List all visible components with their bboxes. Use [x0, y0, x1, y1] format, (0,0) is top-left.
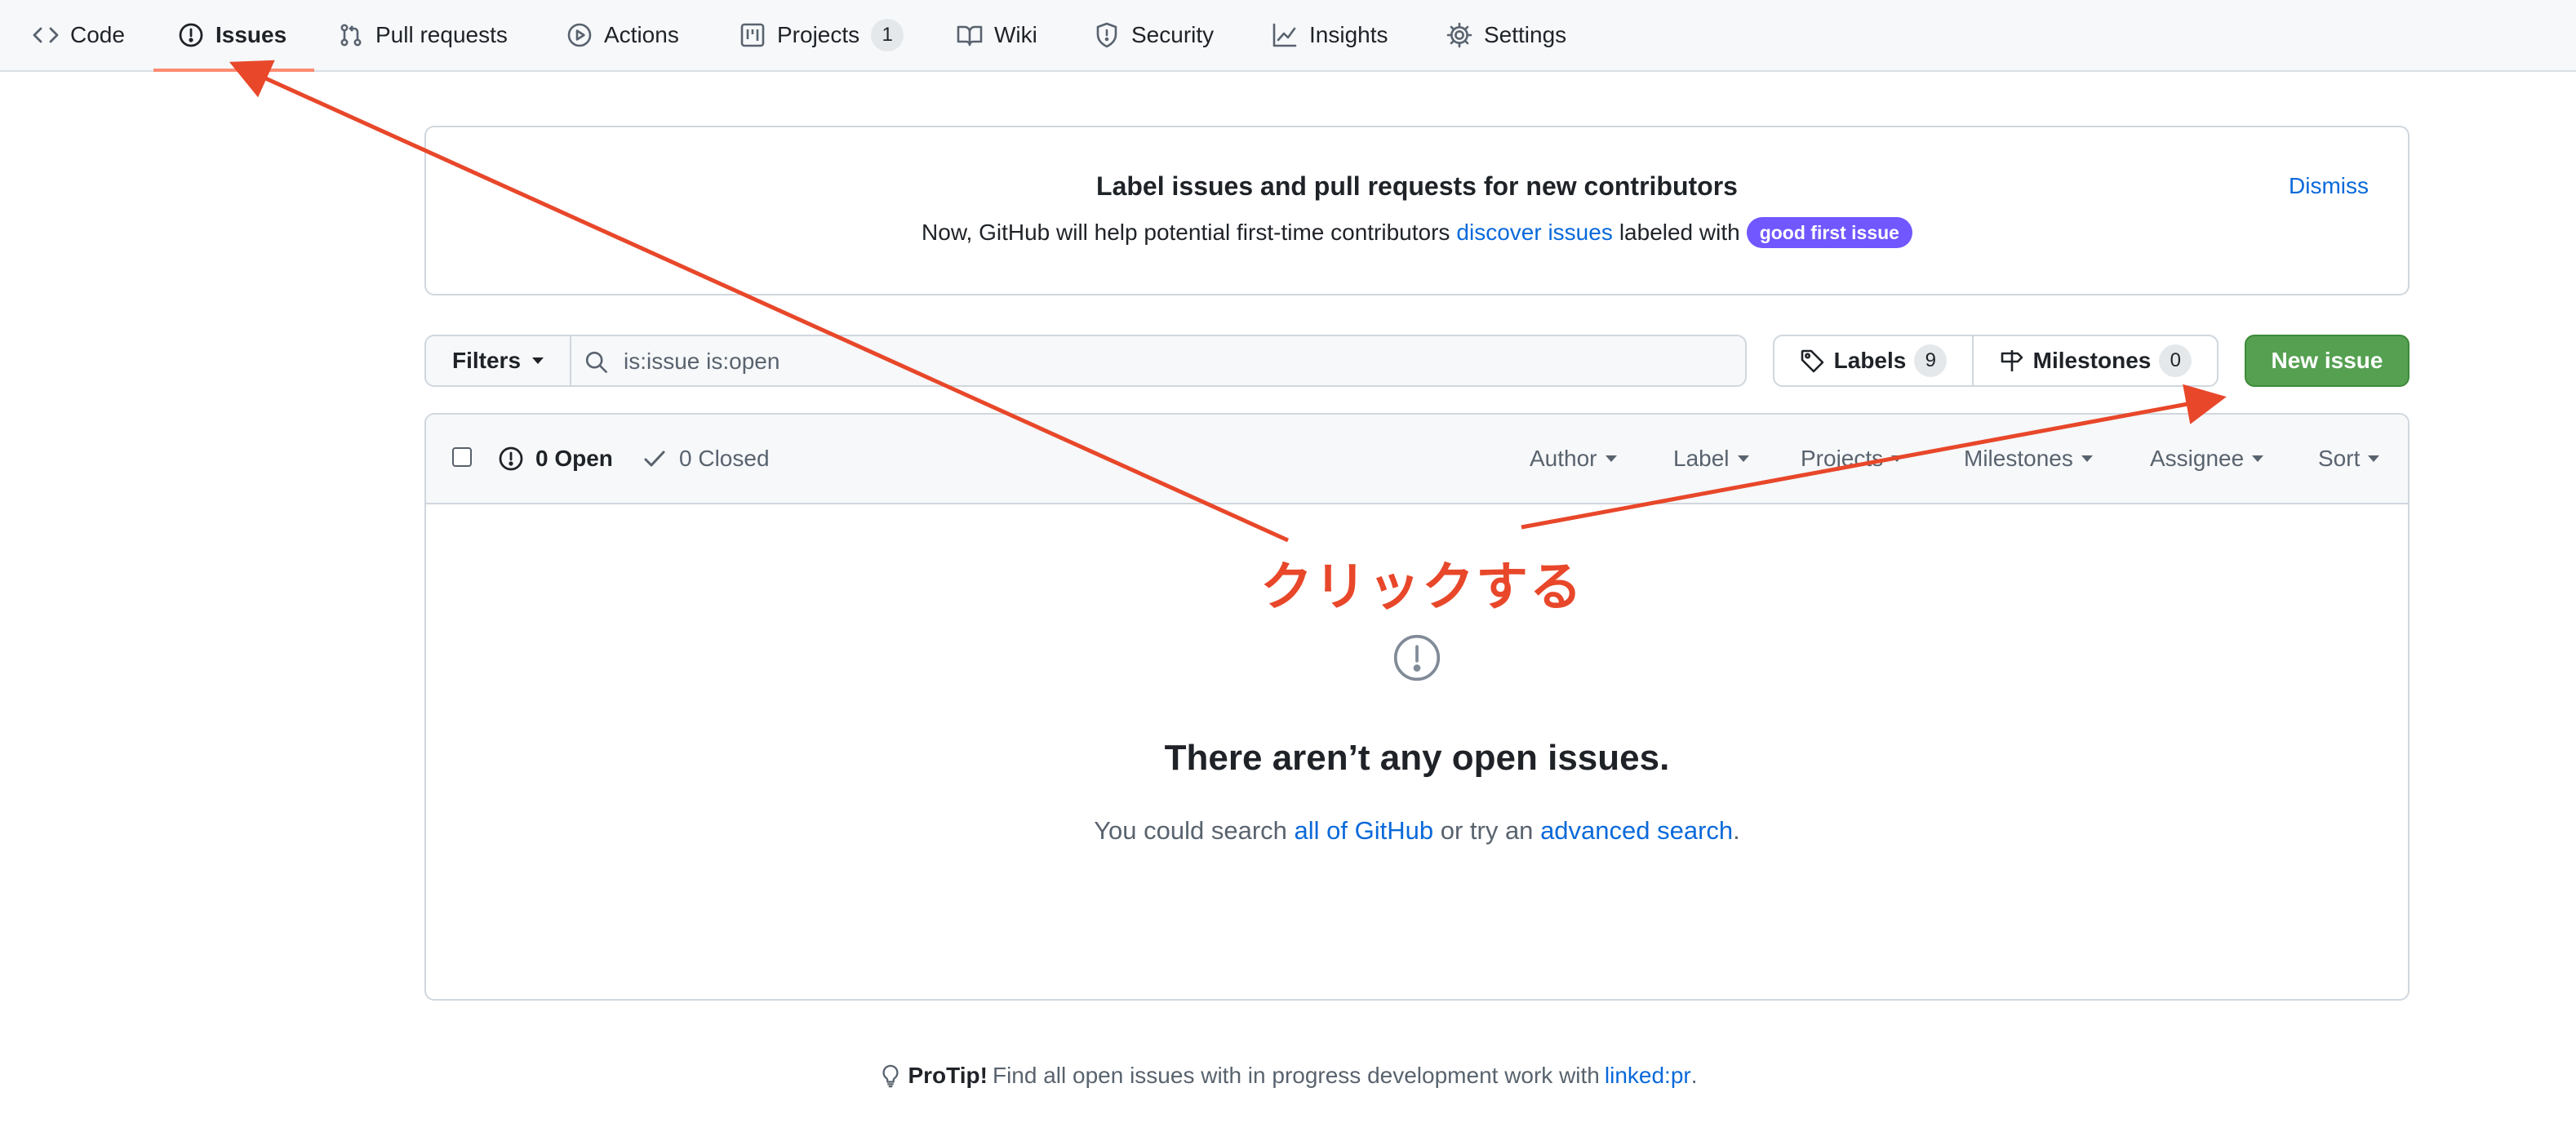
tab-projects-label: Projects: [777, 22, 860, 47]
search-input[interactable]: [622, 343, 1735, 380]
good-first-issue-label[interactable]: good first issue: [1746, 217, 1912, 248]
issue-opened-icon: [498, 446, 524, 472]
chevron-down-icon: [2368, 455, 2380, 462]
blankslate-text-2: or try an: [1440, 816, 1534, 845]
shield-icon: [1094, 22, 1120, 48]
protip: ProTip! Find all open issues with in pro…: [0, 1063, 2576, 1089]
chevron-down-icon: [2081, 455, 2093, 462]
filters-button[interactable]: Filters: [424, 335, 571, 387]
protip-end: .: [1690, 1063, 1698, 1088]
tag-icon: [1800, 348, 1826, 374]
projects-filter-label: Projects: [1801, 446, 1884, 471]
tab-pull-requests[interactable]: Pull requests: [338, 0, 508, 70]
milestones-label: Milestones: [2032, 348, 2152, 373]
tab-actions-label: Actions: [604, 22, 679, 47]
milestones-filter-label: Milestones: [1964, 446, 2073, 471]
protip-strong: ProTip!: [908, 1063, 988, 1088]
sort-filter-label: Sort: [2318, 446, 2361, 471]
issue-opened-icon: [1392, 633, 1441, 682]
author-filter-label: Author: [1530, 446, 1597, 471]
tab-code[interactable]: Code: [33, 0, 125, 70]
tab-security-label: Security: [1131, 22, 1215, 47]
tab-settings-label: Settings: [1484, 22, 1567, 47]
assignee-filter[interactable]: Assignee: [2150, 415, 2264, 503]
all-of-github-link[interactable]: all of GitHub: [1295, 816, 1434, 845]
tab-insights-label: Insights: [1309, 22, 1388, 47]
blankslate-title: There aren’t any open issues.: [1164, 738, 1670, 778]
graph-icon: [1272, 22, 1298, 48]
label-filter[interactable]: Label: [1673, 415, 1749, 503]
tab-actions[interactable]: Actions: [566, 0, 679, 70]
banner-text-before: Now, GitHub will help potential first-ti…: [922, 220, 1450, 245]
tab-settings[interactable]: Settings: [1446, 0, 1566, 70]
chevron-down-icon: [1891, 455, 1903, 462]
tab-issues[interactable]: Issues: [153, 0, 315, 72]
blankslate-text-1: You could search: [1094, 816, 1287, 845]
tab-issues-label: Issues: [215, 22, 287, 47]
light-bulb-icon: [878, 1063, 903, 1088]
tab-security[interactable]: Security: [1094, 0, 1214, 70]
check-icon: [642, 446, 668, 472]
tab-pull-requests-label: Pull requests: [375, 22, 508, 47]
milestones-counter: 0: [2159, 344, 2192, 377]
blankslate-text-3: .: [1733, 816, 1740, 845]
chevron-down-icon: [1737, 455, 1749, 462]
sort-filter[interactable]: Sort: [2318, 415, 2380, 503]
code-icon: [33, 22, 59, 48]
tab-projects[interactable]: Projects 1: [739, 0, 904, 70]
milestone-icon: [1999, 348, 2025, 374]
label-filter-label: Label: [1673, 446, 1730, 471]
filters-label: Filters: [451, 348, 522, 373]
repo-nav: Code Issues Pull requests Actions Projec…: [0, 0, 2576, 72]
tab-wiki-label: Wiki: [994, 22, 1037, 47]
dismiss-button[interactable]: Dismiss: [2289, 173, 2369, 199]
blankslate-text: You could search all of GitHub or try an…: [426, 816, 2408, 846]
tab-code-label: Code: [70, 22, 125, 47]
issues-list-header: 0 Open 0 Closed Author Label Projects Mi…: [426, 415, 2408, 504]
chevron-down-icon: [532, 357, 544, 364]
new-issue-button[interactable]: New issue: [2245, 335, 2409, 387]
annotation-label: クリックする: [1260, 557, 1583, 618]
issues-list: 0 Open 0 Closed Author Label Projects Mi…: [424, 413, 2409, 1001]
milestones-button[interactable]: Milestones 0: [1972, 335, 2218, 387]
open-issues-tab[interactable]: 0 Open: [498, 415, 613, 503]
issues-search[interactable]: [570, 335, 1747, 387]
projects-filter[interactable]: Projects: [1801, 415, 1903, 503]
closed-issues-tab[interactable]: 0 Closed: [642, 415, 770, 503]
banner-text-after: labeled with: [1619, 220, 1740, 245]
banner-description: Now, GitHub will help potential first-ti…: [426, 217, 2408, 248]
issue-opened-icon: [178, 22, 204, 48]
tab-wiki[interactable]: Wiki: [957, 0, 1037, 70]
chevron-down-icon: [1605, 455, 1617, 462]
gear-icon: [1446, 22, 1472, 48]
closed-count-label: 0 Closed: [679, 446, 770, 471]
book-icon: [957, 22, 983, 48]
play-icon: [566, 22, 593, 48]
projects-counter: 1: [871, 19, 904, 51]
new-contributors-banner: Label issues and pull requests for new c…: [424, 126, 2409, 295]
chevron-down-icon: [2252, 455, 2264, 462]
tab-insights[interactable]: Insights: [1272, 0, 1388, 70]
protip-text: Find all open issues with in progress de…: [992, 1063, 1600, 1088]
banner-title: Label issues and pull requests for new c…: [1096, 171, 1738, 201]
discover-issues-link[interactable]: discover issues: [1456, 220, 1612, 246]
project-icon: [739, 22, 766, 48]
milestones-filter[interactable]: Milestones: [1964, 415, 2093, 503]
labels-button[interactable]: Labels 9: [1773, 335, 1974, 387]
select-all-checkbox[interactable]: [452, 447, 472, 467]
open-count-label: 0 Open: [535, 446, 613, 471]
labels-label: Labels: [1833, 348, 1907, 373]
labels-counter: 9: [1914, 344, 1948, 377]
author-filter[interactable]: Author: [1530, 415, 1617, 503]
assignee-filter-label: Assignee: [2150, 446, 2245, 471]
pull-request-icon: [338, 22, 364, 48]
linked-pr-link[interactable]: linked:pr: [1605, 1063, 1691, 1089]
advanced-search-link[interactable]: advanced search: [1540, 816, 1733, 845]
